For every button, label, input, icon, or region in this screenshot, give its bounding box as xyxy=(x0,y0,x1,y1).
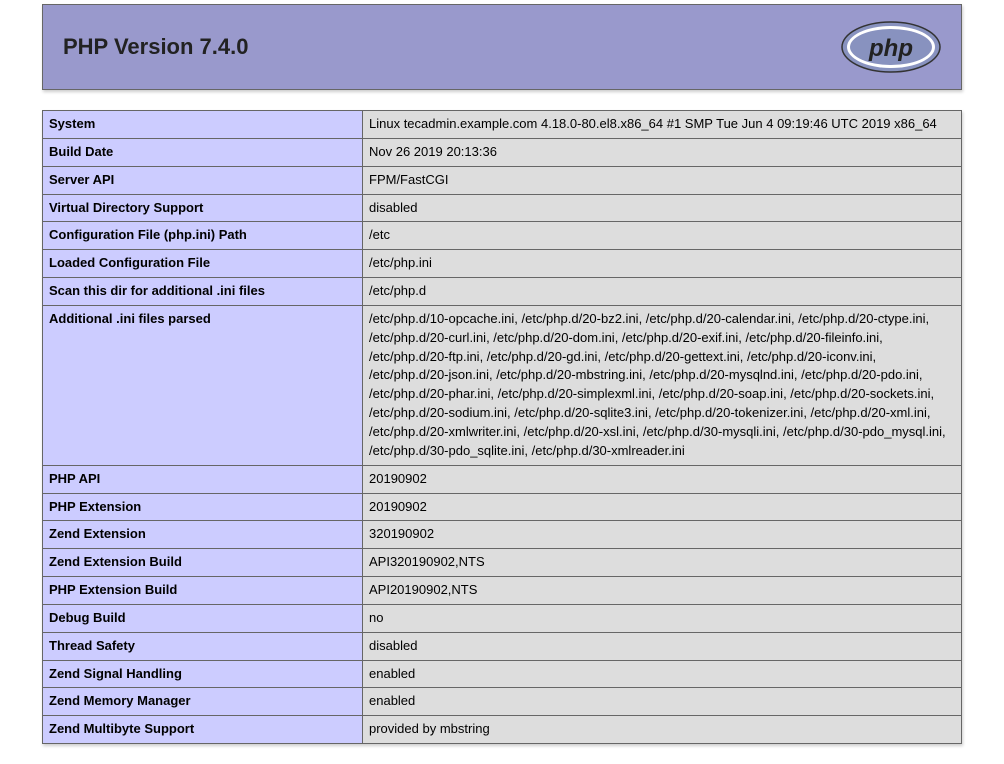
info-value: no xyxy=(363,604,962,632)
info-value: /etc/php.ini xyxy=(363,250,962,278)
table-row: Loaded Configuration File/etc/php.ini xyxy=(43,250,962,278)
table-row: Zend Extension BuildAPI320190902,NTS xyxy=(43,549,962,577)
table-row: Zend Multibyte Supportprovided by mbstri… xyxy=(43,716,962,744)
php-version-title: PHP Version 7.4.0 xyxy=(63,34,248,60)
info-value: Nov 26 2019 20:13:36 xyxy=(363,138,962,166)
info-value: API320190902,NTS xyxy=(363,549,962,577)
page-container: PHP Version 7.4.0 php SystemLinux tecadm… xyxy=(22,0,982,764)
table-row: Zend Extension320190902 xyxy=(43,521,962,549)
table-row: SystemLinux tecadmin.example.com 4.18.0-… xyxy=(43,111,962,139)
info-value: provided by mbstring xyxy=(363,716,962,744)
info-label: Server API xyxy=(43,166,363,194)
info-label: Zend Multibyte Support xyxy=(43,716,363,744)
table-row: Debug Buildno xyxy=(43,604,962,632)
info-value: 320190902 xyxy=(363,521,962,549)
info-value: /etc/php.d/10-opcache.ini, /etc/php.d/20… xyxy=(363,305,962,465)
table-row: PHP API20190902 xyxy=(43,465,962,493)
info-label: PHP Extension xyxy=(43,493,363,521)
info-value: disabled xyxy=(363,194,962,222)
table-row: Thread Safetydisabled xyxy=(43,632,962,660)
phpinfo-table: SystemLinux tecadmin.example.com 4.18.0-… xyxy=(42,110,962,744)
table-row: Scan this dir for additional .ini files/… xyxy=(43,278,962,306)
info-value: Linux tecadmin.example.com 4.18.0-80.el8… xyxy=(363,111,962,139)
info-value: 20190902 xyxy=(363,493,962,521)
info-value: /etc xyxy=(363,222,962,250)
phpinfo-header: PHP Version 7.4.0 php xyxy=(42,4,962,90)
info-label: Thread Safety xyxy=(43,632,363,660)
table-row: Additional .ini files parsed/etc/php.d/1… xyxy=(43,305,962,465)
table-row: Virtual Directory Supportdisabled xyxy=(43,194,962,222)
info-label: Loaded Configuration File xyxy=(43,250,363,278)
table-row: Server APIFPM/FastCGI xyxy=(43,166,962,194)
info-label: Debug Build xyxy=(43,604,363,632)
table-row: PHP Extension BuildAPI20190902,NTS xyxy=(43,577,962,605)
info-value: disabled xyxy=(363,632,962,660)
info-value: /etc/php.d xyxy=(363,278,962,306)
info-label: Virtual Directory Support xyxy=(43,194,363,222)
info-label: Build Date xyxy=(43,138,363,166)
table-row: Zend Memory Managerenabled xyxy=(43,688,962,716)
info-label: PHP Extension Build xyxy=(43,577,363,605)
info-label: Zend Extension Build xyxy=(43,549,363,577)
php-logo-icon: php xyxy=(841,21,941,73)
info-value: enabled xyxy=(363,660,962,688)
table-row: Zend Signal Handlingenabled xyxy=(43,660,962,688)
info-label: Zend Memory Manager xyxy=(43,688,363,716)
info-value: API20190902,NTS xyxy=(363,577,962,605)
info-label: Scan this dir for additional .ini files xyxy=(43,278,363,306)
info-label: Zend Extension xyxy=(43,521,363,549)
info-label: System xyxy=(43,111,363,139)
info-value: enabled xyxy=(363,688,962,716)
info-value: FPM/FastCGI xyxy=(363,166,962,194)
info-label: PHP API xyxy=(43,465,363,493)
table-row: Build DateNov 26 2019 20:13:36 xyxy=(43,138,962,166)
table-row: Configuration File (php.ini) Path/etc xyxy=(43,222,962,250)
info-value: 20190902 xyxy=(363,465,962,493)
info-label: Additional .ini files parsed xyxy=(43,305,363,465)
info-label: Zend Signal Handling xyxy=(43,660,363,688)
table-row: PHP Extension20190902 xyxy=(43,493,962,521)
svg-text:php: php xyxy=(868,35,913,62)
info-label: Configuration File (php.ini) Path xyxy=(43,222,363,250)
